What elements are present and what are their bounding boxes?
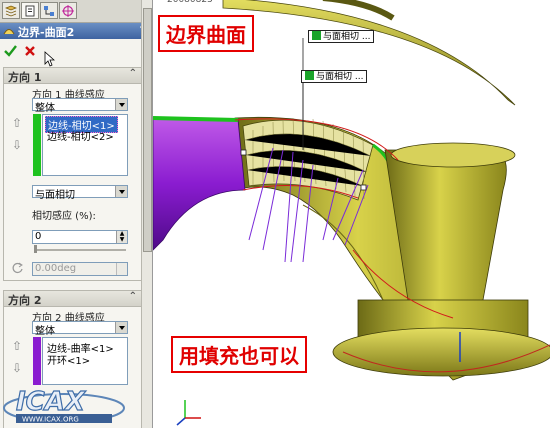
direction1-curve-list[interactable]: 边线-相切<1> 边线-相切<2> bbox=[42, 114, 128, 176]
tangency-type-select[interactable]: 与面相切 bbox=[32, 185, 128, 201]
direction2-title: 方向 2 bbox=[8, 294, 42, 307]
rotate-angle-icon bbox=[12, 262, 23, 273]
feature-manager-tab[interactable] bbox=[2, 2, 20, 19]
ok-cancel-row bbox=[0, 41, 152, 67]
graphics-viewport[interactable]: 20080825 与面相切 ... 与面相切 ... 边界曲面 用填充也可以 bbox=[153, 0, 550, 428]
annotation-banner-bottom: 用填充也可以 bbox=[171, 336, 307, 373]
svg-text:ICAX: ICAX bbox=[16, 387, 87, 417]
manager-tabs bbox=[0, 0, 152, 23]
tangency-callout[interactable]: 与面相切 ... bbox=[308, 30, 375, 43]
property-manager-icon bbox=[25, 5, 35, 17]
angle-spinner[interactable] bbox=[116, 263, 127, 275]
direction2-curve-list[interactable]: 边线-曲率<1> 开环<1> bbox=[42, 337, 128, 385]
tangent-influence-value: 0 bbox=[35, 231, 42, 242]
move-up-icon[interactable]: ⇧ bbox=[12, 116, 22, 130]
check-icon[interactable] bbox=[4, 45, 17, 57]
collapse-icon[interactable]: ⌃ bbox=[129, 291, 137, 302]
slider-thumb[interactable] bbox=[34, 245, 37, 253]
svg-text:WWW.ICAX.ORG: WWW.ICAX.ORG bbox=[22, 416, 79, 424]
direction1-influence-value: 整体 bbox=[35, 103, 55, 114]
tangent-influence-slider[interactable] bbox=[34, 249, 126, 251]
checkbox-icon[interactable] bbox=[305, 71, 314, 80]
chevron-down-icon[interactable] bbox=[115, 186, 127, 197]
mouse-cursor-icon bbox=[44, 51, 55, 67]
move-up-icon[interactable]: ⇧ bbox=[12, 339, 22, 353]
direction1-group: 方向 1 ⌃ 方向 1 曲线感应 整体 ⇧ ⇩ 边线-相切<1> 边线-相切<2… bbox=[3, 67, 142, 281]
chevron-down-icon[interactable] bbox=[115, 322, 127, 333]
panel-title: 边界-曲面2 bbox=[18, 26, 75, 39]
scrollbar-thumb[interactable] bbox=[143, 8, 152, 252]
dimxpert-icon bbox=[62, 5, 74, 17]
configuration-manager-icon bbox=[44, 6, 54, 16]
list-item[interactable]: 开环<1> bbox=[45, 352, 92, 367]
spin-down-icon[interactable]: ▼ bbox=[116, 237, 127, 243]
list-item[interactable]: 边线-相切<2> bbox=[45, 128, 116, 143]
direction2-header[interactable]: 方向 2 ⌃ bbox=[4, 291, 141, 307]
direction1-influence-select[interactable]: 整体 bbox=[32, 98, 128, 114]
tangency-type-value: 与面相切 bbox=[35, 190, 75, 201]
tangency-callout[interactable]: 与面相切 ... bbox=[301, 70, 368, 83]
annotation-banner-top: 边界曲面 bbox=[158, 15, 254, 52]
move-down-icon[interactable]: ⇩ bbox=[12, 138, 22, 152]
angle-input[interactable]: 0.00deg bbox=[32, 262, 128, 276]
callout-text: 与面相切 bbox=[316, 72, 353, 82]
tangent-influence-label: 相切感应 (%): bbox=[32, 211, 96, 222]
callout-text: 与面相切 bbox=[323, 32, 360, 42]
x-icon[interactable] bbox=[24, 45, 36, 57]
coordinate-triad bbox=[176, 400, 201, 426]
panel-title-bar: 边界-曲面2 ? bbox=[0, 23, 152, 39]
property-manager-tab[interactable] bbox=[21, 2, 39, 19]
direction1-title: 方向 1 bbox=[8, 71, 42, 84]
icax-watermark-logo: ICAX WWW.ICAX.ORG bbox=[3, 386, 125, 424]
feature-manager-icon bbox=[5, 5, 17, 17]
chevron-down-icon[interactable] bbox=[115, 99, 127, 110]
direction2-influence-value: 整体 bbox=[35, 326, 55, 337]
collapse-icon[interactable]: ⌃ bbox=[129, 68, 137, 79]
direction1-header[interactable]: 方向 1 ⌃ bbox=[4, 68, 141, 84]
curve-color-swatch bbox=[33, 337, 41, 385]
direction2-influence-select[interactable]: 整体 bbox=[32, 321, 128, 337]
curve-color-swatch bbox=[33, 114, 41, 176]
property-manager-panel: 边界-曲面2 ? 方向 1 ⌃ 方向 1 曲线感应 整体 ⇧ ⇩ 边线-相切<1… bbox=[0, 0, 153, 428]
configuration-manager-tab[interactable] bbox=[40, 2, 58, 19]
move-down-icon[interactable]: ⇩ bbox=[12, 361, 22, 375]
panel-scrollbar[interactable] bbox=[141, 0, 152, 428]
checkbox-icon[interactable] bbox=[312, 31, 321, 40]
angle-value: 0.00deg bbox=[35, 263, 77, 274]
dimxpert-tab[interactable] bbox=[59, 2, 77, 19]
boundary-surface-icon bbox=[3, 29, 15, 35]
tangent-influence-input[interactable]: 0 ▲ ▼ bbox=[32, 230, 128, 244]
